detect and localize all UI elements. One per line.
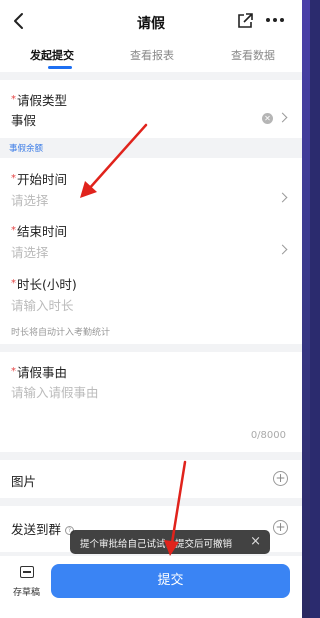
leave-type-label-text: 请假类型 bbox=[17, 93, 68, 108]
add-image-icon[interactable]: + bbox=[273, 471, 288, 486]
tab-view-data[interactable]: 查看数据 bbox=[231, 47, 275, 63]
toast-text: 提个审批给自己试试，提交后可撤销 bbox=[80, 539, 233, 550]
duration-input[interactable]: 请输入时长 bbox=[11, 295, 74, 314]
duration-hint: 时长将自动计入考勤统计 bbox=[11, 328, 111, 338]
page-title: 请假 bbox=[137, 16, 165, 32]
clear-icon[interactable]: ✕ bbox=[262, 113, 273, 124]
approval-form-screen: 请假 发起提交 查看报表 查看数据 *请假类型 事假 ✕ 事假余额 *开始时间 … bbox=[0, 0, 302, 618]
app-header: 请假 发起提交 查看报表 查看数据 bbox=[0, 0, 302, 72]
add-group-icon[interactable]: + bbox=[273, 520, 288, 535]
send-to-group-label-text: 发送到群 bbox=[11, 522, 62, 537]
end-time-label-text: 结束时间 bbox=[17, 224, 68, 239]
send-to-group-label: 发送到群 ? bbox=[11, 519, 74, 538]
char-counter: 0/8000 bbox=[250, 430, 286, 441]
reason-textarea[interactable]: 请输入请假事由 bbox=[11, 382, 99, 401]
chevron-left-icon bbox=[14, 13, 23, 29]
more-dot bbox=[273, 18, 277, 22]
required-mark: * bbox=[11, 225, 16, 236]
required-mark: * bbox=[11, 94, 16, 105]
more-dot bbox=[280, 18, 284, 22]
required-mark: * bbox=[11, 278, 16, 289]
draft-icon[interactable] bbox=[20, 566, 34, 578]
tab-view-report[interactable]: 查看报表 bbox=[130, 47, 174, 63]
more-button[interactable] bbox=[266, 18, 284, 24]
end-time-picker[interactable]: 请选择 bbox=[11, 242, 49, 261]
submit-button[interactable]: 提交 bbox=[51, 564, 290, 598]
leave-type-field[interactable] bbox=[0, 80, 302, 138]
leave-type-value[interactable]: 事假 bbox=[11, 110, 36, 129]
start-time-picker[interactable]: 请选择 bbox=[11, 190, 49, 209]
more-horizontal-icon bbox=[266, 18, 270, 22]
end-time-label: *结束时间 bbox=[11, 221, 67, 240]
leave-balance-link[interactable]: 事假余额 bbox=[9, 142, 43, 154]
external-link-icon bbox=[238, 13, 253, 28]
start-time-label: *开始时间 bbox=[11, 169, 67, 188]
share-button[interactable] bbox=[236, 12, 254, 30]
duration-label: *时长(小时) bbox=[11, 274, 77, 293]
tab-submit[interactable]: 发起提交 bbox=[30, 47, 74, 63]
required-mark: * bbox=[11, 366, 16, 377]
toast: 提个审批给自己试试，提交后可撤销 × bbox=[70, 530, 270, 554]
active-tab-indicator bbox=[48, 66, 72, 69]
images-label: 图片 bbox=[11, 474, 37, 489]
background-edge bbox=[302, 0, 310, 618]
balance-strip bbox=[0, 138, 302, 158]
duration-label-text: 时长(小时) bbox=[17, 277, 77, 292]
back-button[interactable] bbox=[10, 10, 28, 32]
save-draft-button[interactable]: 存草稿 bbox=[13, 585, 40, 598]
images-field[interactable] bbox=[0, 460, 302, 498]
leave-type-label: *请假类型 bbox=[11, 90, 67, 109]
start-time-label-text: 开始时间 bbox=[17, 172, 68, 187]
reason-label-text: 请假事由 bbox=[17, 365, 68, 380]
required-mark: * bbox=[11, 173, 16, 184]
reason-label: *请假事由 bbox=[11, 362, 67, 381]
close-icon[interactable]: × bbox=[250, 534, 261, 549]
